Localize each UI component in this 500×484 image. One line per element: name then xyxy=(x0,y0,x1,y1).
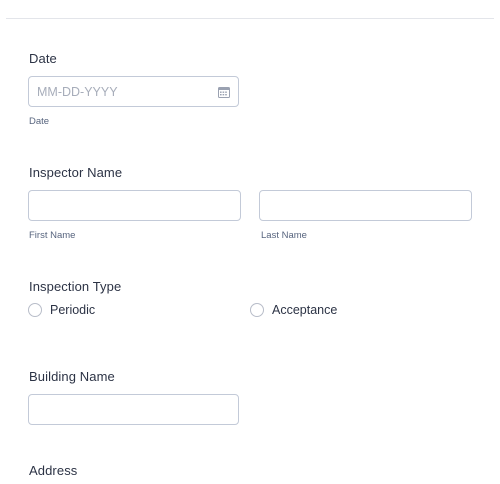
date-sublabel: Date xyxy=(29,116,50,127)
inspection-type-label: Inspection Type xyxy=(29,279,122,294)
inspector-name-label: Inspector Name xyxy=(29,165,123,180)
calendar-icon[interactable] xyxy=(218,86,230,98)
last-name-input[interactable] xyxy=(259,190,472,221)
radio-option-label: Acceptance xyxy=(272,303,338,317)
date-input[interactable] xyxy=(28,76,239,107)
last-name-sublabel: Last Name xyxy=(261,230,307,241)
first-name-input[interactable] xyxy=(28,190,241,221)
form-section-divider xyxy=(6,18,494,19)
radio-option-periodic[interactable]: Periodic xyxy=(28,303,95,317)
radio-option-label: Periodic xyxy=(50,303,96,317)
address-label: Address xyxy=(29,463,78,478)
radio-button[interactable] xyxy=(250,303,264,317)
radio-button[interactable] xyxy=(28,303,42,317)
radio-option-acceptance[interactable]: Acceptance xyxy=(250,303,337,317)
first-name-sublabel: First Name xyxy=(29,230,76,241)
building-name-label: Building Name xyxy=(29,369,115,384)
building-name-input[interactable] xyxy=(28,394,239,425)
date-label: Date xyxy=(29,51,57,66)
